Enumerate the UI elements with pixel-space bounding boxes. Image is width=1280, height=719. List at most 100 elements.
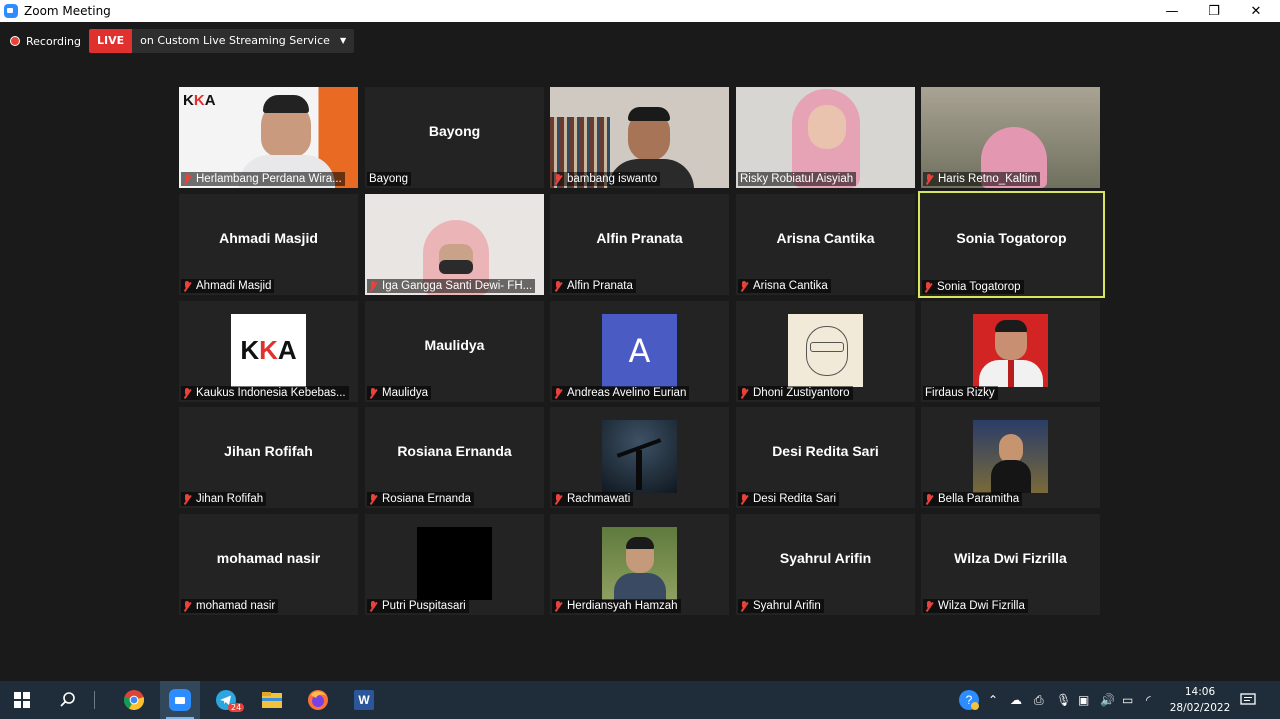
participant-display-name: Bayong (428, 122, 481, 139)
participant-display-name: Alfin Pranata (596, 229, 683, 246)
participant-name: Jihan Rofifah (196, 493, 264, 505)
zoom-app-icon (4, 4, 18, 18)
file-explorer-icon[interactable] (252, 681, 292, 719)
participant-name: Rosiana Ernanda (382, 493, 471, 505)
muted-mic-icon (369, 280, 377, 292)
participant-tile[interactable]: K K A Kaukus Indonesia Kebebas... (179, 301, 358, 402)
participant-name-label: Ahmadi Masjid (181, 279, 275, 293)
word-icon[interactable]: W (344, 681, 384, 719)
volume-icon[interactable]: 🔊 (1100, 681, 1115, 719)
participant-tile[interactable]: Rachmawati (550, 407, 729, 508)
participant-name: Bella Paramitha (938, 493, 1020, 505)
caret-down-icon: ▼ (339, 36, 347, 45)
participant-tile[interactable]: Syahrul Arifin Syahrul Arifin (736, 514, 915, 615)
participant-tile[interactable]: Alfin Pranata Alfin Pranata (550, 194, 729, 295)
microphone-icon[interactable]: 🎙 (1056, 681, 1071, 719)
participant-display-name: Wilza Dwi Fizrilla (954, 549, 1067, 566)
participant-tile[interactable]: Dhoni Zustiyantoro (736, 301, 915, 402)
participant-name: Herlambang Perdana Wira... (196, 173, 342, 185)
participant-name-label: Risky Robiatul Aisyiah (738, 172, 857, 186)
participant-tile[interactable]: Risky Robiatul Aisyiah (736, 87, 915, 188)
participant-tile[interactable]: Desi Redita Sari Desi Redita Sari (736, 407, 915, 508)
muted-mic-icon (924, 281, 932, 293)
participant-display-name: Rosiana Ernanda (397, 442, 512, 459)
recording-label: Recording (26, 34, 82, 48)
window-titlebar: Zoom Meeting (0, 0, 1280, 22)
zoom-taskbar-icon[interactable] (160, 681, 200, 719)
windows-start-icon[interactable] (2, 681, 42, 719)
participant-tile[interactable]: Wilza Dwi Fizrilla Wilza Dwi Fizrilla (921, 514, 1100, 615)
muted-mic-icon (925, 600, 933, 612)
participant-tile[interactable]: Putri Puspitasari (365, 514, 544, 615)
display-icon[interactable]: ▣ (1078, 681, 1089, 719)
participant-tile[interactable]: Iga Gangga Santi Dewi- FH... (365, 194, 544, 295)
participant-tile[interactable]: Ahmadi Masjid Ahmadi Masjid (179, 194, 358, 295)
participant-tile[interactable]: Bayong Bayong (365, 87, 544, 188)
participant-tile[interactable]: Rosiana Ernanda Rosiana Ernanda (365, 407, 544, 508)
battery-icon[interactable]: ▭ (1122, 681, 1133, 719)
telegram-icon[interactable]: 24 (206, 681, 246, 719)
participant-tile[interactable]: mohamad nasir mohamad nasir (179, 514, 358, 615)
participant-tile[interactable]: bambang iswanto (550, 87, 729, 188)
photo-avatar (417, 527, 492, 600)
participant-name-label: Rosiana Ernanda (367, 492, 474, 506)
participant-name-label: Andreas Avelino Eurian (552, 386, 690, 400)
participant-tile[interactable]: Jihan Rofifah Jihan Rofifah (179, 407, 358, 508)
muted-mic-icon (369, 600, 377, 612)
participant-tile[interactable]: KKA Herlambang Perdana Wira... (179, 87, 358, 188)
participant-tile[interactable]: Arisna Cantika Arisna Cantika (736, 194, 915, 295)
participant-name: Dhoni Zustiyantoro (753, 387, 850, 399)
participant-tile[interactable]: Sonia Togatorop Sonia Togatorop (918, 191, 1105, 298)
participant-tile[interactable]: Firdaus Rizky (921, 301, 1100, 402)
muted-mic-icon (925, 493, 933, 505)
live-stream-dropdown[interactable]: on Custom Live Streaming Service ▼ (132, 29, 355, 53)
muted-mic-icon (740, 387, 748, 399)
restore-button[interactable]: ❐ (1194, 0, 1234, 22)
participant-display-name: Ahmadi Masjid (219, 229, 318, 246)
help-icon[interactable]: ? (958, 681, 980, 719)
chevron-up-icon[interactable]: ⌃ (988, 681, 998, 719)
camera-icon[interactable]: ⎙ (1034, 681, 1044, 719)
participant-display-name: Desi Redita Sari (772, 442, 879, 459)
muted-mic-icon (554, 493, 562, 505)
muted-mic-icon (554, 173, 562, 185)
minimize-button[interactable]: — (1152, 0, 1192, 22)
participant-tile[interactable]: Haris Retno_Kaltim (921, 87, 1100, 188)
muted-mic-icon (183, 387, 191, 399)
close-button[interactable]: ✕ (1236, 0, 1276, 22)
sketch-avatar (788, 314, 863, 387)
participant-tile[interactable]: Maulidya Maulidya (365, 301, 544, 402)
cloud-icon[interactable]: ☁ (1010, 681, 1022, 719)
participant-name: Ahmadi Masjid (196, 280, 272, 292)
participant-name: mohamad nasir (196, 600, 276, 612)
muted-mic-icon (554, 387, 562, 399)
participant-tile[interactable]: Herdiansyah Hamzah (550, 514, 729, 615)
system-clock[interactable]: 14:06 28/02/2022 (1168, 684, 1232, 716)
participant-name-label: Herlambang Perdana Wira... (181, 172, 345, 186)
muted-mic-icon (369, 387, 377, 399)
participant-display-name: mohamad nasir (216, 549, 321, 566)
search-icon[interactable] (48, 681, 88, 719)
muted-mic-icon (369, 493, 377, 505)
windows-taskbar: 24 W ? ⌃ ☁ ⎙ 🎙 ▣ 🔊 ▭ ◜ 14:06 28/02/2022 (0, 681, 1280, 719)
participant-name-label: Rachmawati (552, 492, 634, 506)
taskbar-divider (90, 681, 98, 719)
participant-tile[interactable]: A Andreas Avelino Eurian (550, 301, 729, 402)
wifi-icon[interactable]: ◜ (1146, 681, 1151, 719)
participant-name: Syahrul Arifin (753, 600, 821, 612)
firefox-icon[interactable] (298, 681, 338, 719)
participant-tile[interactable]: Bella Paramitha (921, 407, 1100, 508)
notifications-icon[interactable] (1240, 681, 1256, 719)
muted-mic-icon (183, 173, 191, 185)
avatar-letter: A (628, 331, 651, 370)
participant-name: Putri Puspitasari (382, 600, 466, 612)
word-glyph: W (354, 690, 374, 710)
muted-mic-icon (740, 280, 748, 292)
chrome-icon[interactable] (114, 681, 154, 719)
participant-name: Bayong (369, 173, 409, 185)
participant-name-label: Desi Redita Sari (738, 492, 840, 506)
participant-name: Maulidya (382, 387, 429, 399)
participant-name-label: Haris Retno_Kaltim (923, 172, 1041, 186)
participant-name-label: Bella Paramitha (923, 492, 1023, 506)
muted-mic-icon (740, 493, 748, 505)
